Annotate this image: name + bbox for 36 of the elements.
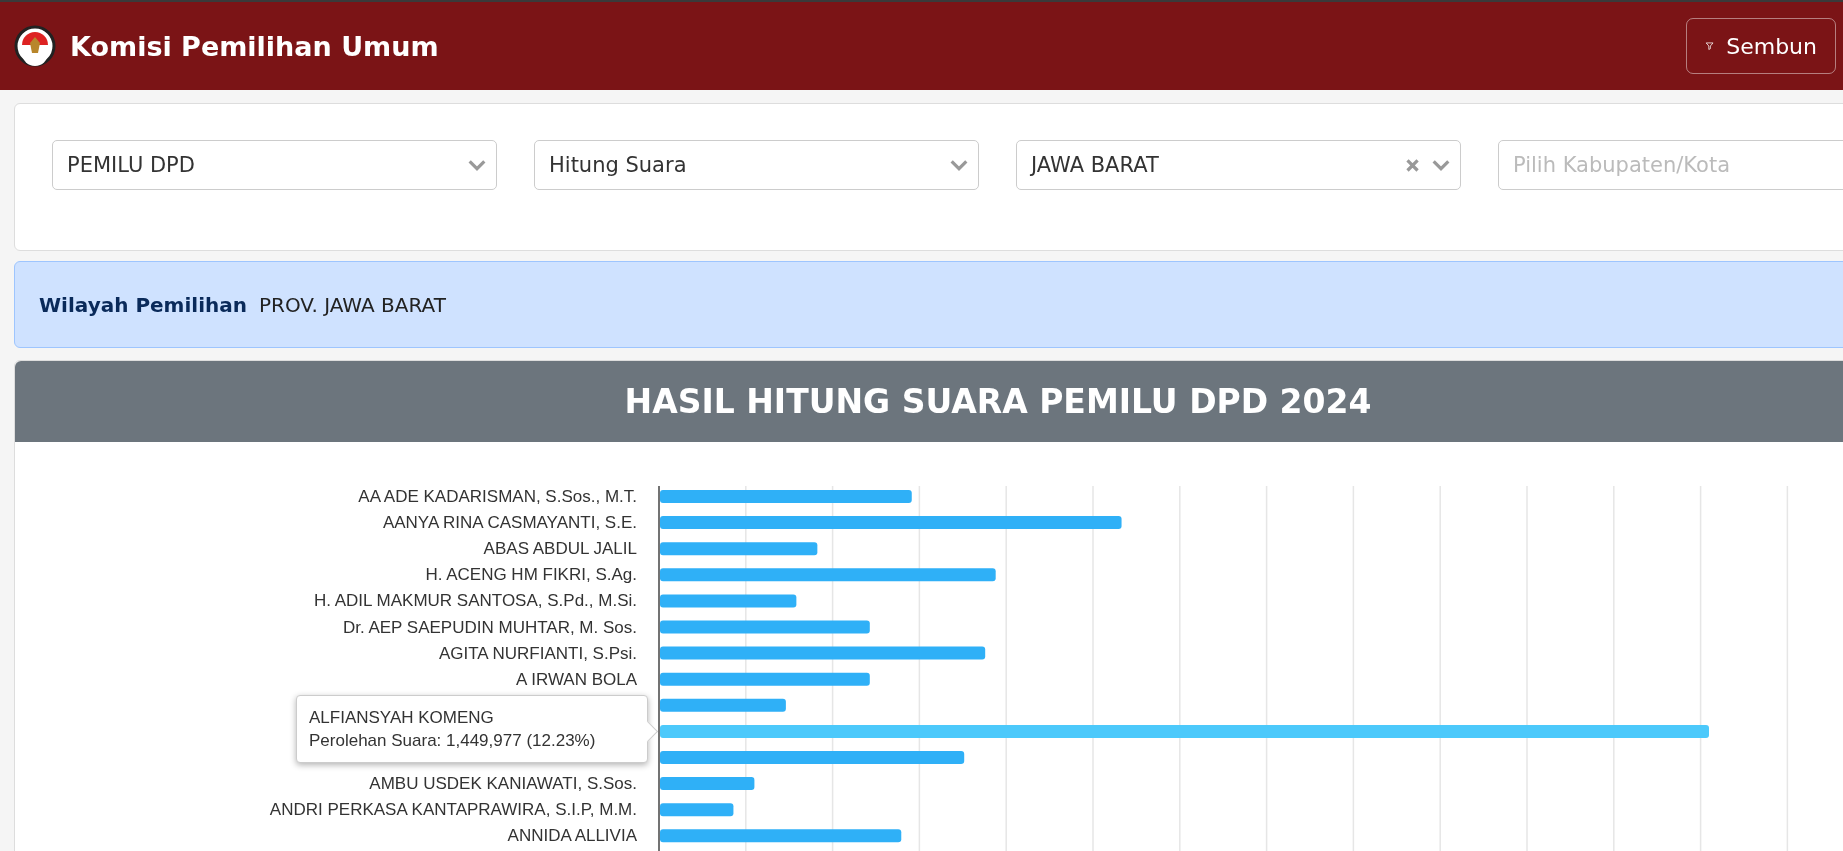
emblem-logo: [14, 25, 56, 67]
vote-bar[interactable]: [660, 724, 1709, 738]
candidate-label: A IRWAN BOLA: [516, 669, 637, 689]
candidate-label: AMBU USDEK KANIAWATI, S.Sos.: [369, 774, 637, 794]
candidate-label: AANYA RINA CASMAYANTI, S.E.: [382, 513, 637, 533]
vote-bar[interactable]: [660, 777, 755, 791]
vote-bar[interactable]: [660, 829, 902, 843]
vote-bar[interactable]: [660, 646, 986, 660]
tooltip-text: Perolehan Suara: 1,449,977 (12.23%): [309, 730, 597, 752]
vote-bar[interactable]: [660, 672, 870, 686]
candidate-label: AA ADE KADARISMAN, S.Sos., M.T.: [358, 487, 637, 506]
select-field[interactable]: JAWA BARAT: [1016, 140, 1461, 190]
candidate-label: AGITA NURFIANTI, S.Psi.: [438, 643, 637, 663]
vote-bar[interactable]: [660, 516, 1122, 530]
select-field[interactable]: PEMILU DPD: [52, 140, 497, 190]
vote-bar[interactable]: [660, 542, 818, 556]
vote-bar[interactable]: [660, 568, 996, 582]
vote-bar[interactable]: [660, 698, 786, 712]
candidate-label: ANDRI PERKASA KANTAPRAWIRA, S.I.P, M.M.: [269, 800, 637, 820]
app-title: Komisi Pemilihan Umum: [70, 30, 440, 62]
vote-bar[interactable]: [660, 751, 965, 764]
region-label: Wilayah Pemilihan: [39, 292, 247, 317]
select-field[interactable]: Hitung Suara: [534, 140, 979, 190]
filter-toggle-button[interactable]: Sembun: [1686, 18, 1836, 74]
region-value: PROV. JAWA BARAT: [259, 292, 446, 317]
candidate-label: ANNIDA ALLIVIA: [507, 826, 637, 846]
vote-bar[interactable]: [660, 803, 734, 817]
vote-bar[interactable]: [660, 620, 870, 634]
vote-bar[interactable]: [660, 594, 797, 608]
vote-bar[interactable]: [660, 490, 912, 503]
chart-title: HASIL HITUNG SUARA PEMILU DPD 2024: [624, 382, 1372, 421]
candidate-label: ABAS ABDUL JALIL: [483, 539, 637, 559]
candidate-label: H. ACENG HM FIKRI, S.Ag.: [425, 565, 637, 585]
tooltip-title: ALFIANSYAH KOMENG: [309, 707, 495, 729]
candidate-label: Dr. AEP SAEPUDIN MUHTAR, M. Sos.: [342, 617, 637, 637]
candidate-label: H. ADIL MAKMUR SANTOSA, S.Pd., M.Si.: [313, 591, 637, 611]
